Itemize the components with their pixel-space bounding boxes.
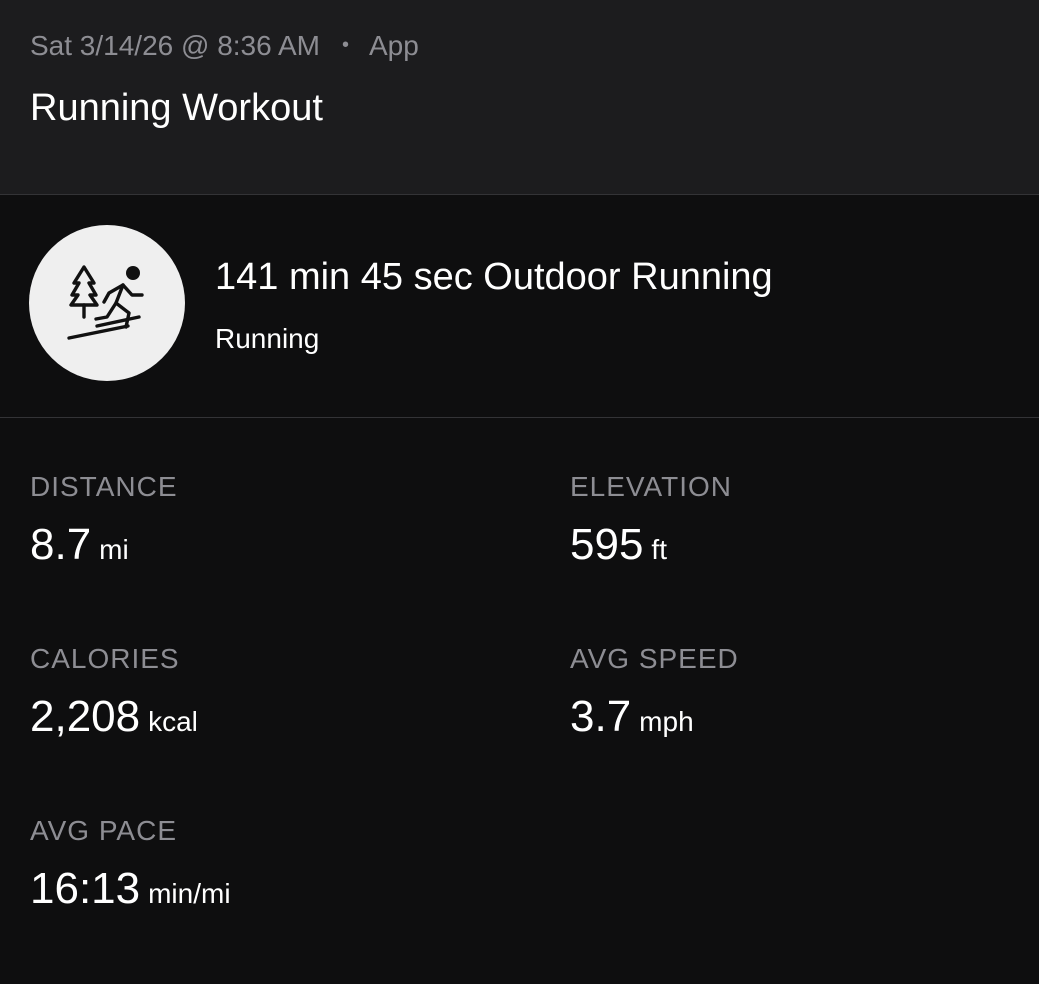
- stat-label: AVG SPEED: [570, 643, 739, 674]
- activity-summary: 141 min 45 sec Outdoor Running Running: [0, 195, 1039, 418]
- stat-value: 16:13: [30, 864, 141, 913]
- stat-value: 3.7: [570, 692, 632, 741]
- stat-avg-speed: AVG SPEED 3.7 mph: [570, 642, 1030, 752]
- stat-label: AVG PACE: [30, 815, 178, 846]
- stat-label: ELEVATION: [570, 471, 733, 502]
- stat-unit: mph: [639, 706, 694, 737]
- stat-elevation: ELEVATION 595 ft: [570, 470, 1030, 580]
- page-title: Running Workout: [30, 87, 323, 129]
- stat-unit: kcal: [148, 706, 198, 737]
- stat-value: 2,208: [30, 692, 141, 741]
- outdoor-running-icon-graphic: [67, 265, 144, 340]
- stat-avg-pace: AVG PACE 16:13 min/mi: [30, 814, 490, 924]
- meta-separator: •: [341, 34, 349, 56]
- stat-calories: CALORIES 2,208 kcal: [30, 642, 490, 752]
- activity-type: Running: [215, 323, 320, 354]
- stat-label: CALORIES: [30, 643, 180, 674]
- stat-unit: mi: [99, 534, 129, 565]
- workout-meta: Sat 3/14/26 @ 8:36 AM • App: [30, 28, 419, 67]
- stat-unit: ft: [651, 534, 667, 565]
- activity-title: 141 min 45 sec Outdoor Running: [215, 256, 773, 298]
- workout-source: App: [368, 30, 419, 61]
- workout-datetime: Sat 3/14/26 @ 8:36 AM: [30, 30, 320, 61]
- workout-header: Sat 3/14/26 @ 8:36 AM • App Running Workou…: [0, 0, 1039, 195]
- stat-label: DISTANCE: [30, 471, 178, 502]
- stat-unit: min/mi: [148, 878, 231, 909]
- stat-distance: DISTANCE 8.7 mi: [30, 470, 490, 580]
- stat-value: 8.7: [30, 520, 92, 569]
- outdoor-running-icon: [29, 225, 185, 381]
- stat-value: 595: [570, 520, 644, 569]
